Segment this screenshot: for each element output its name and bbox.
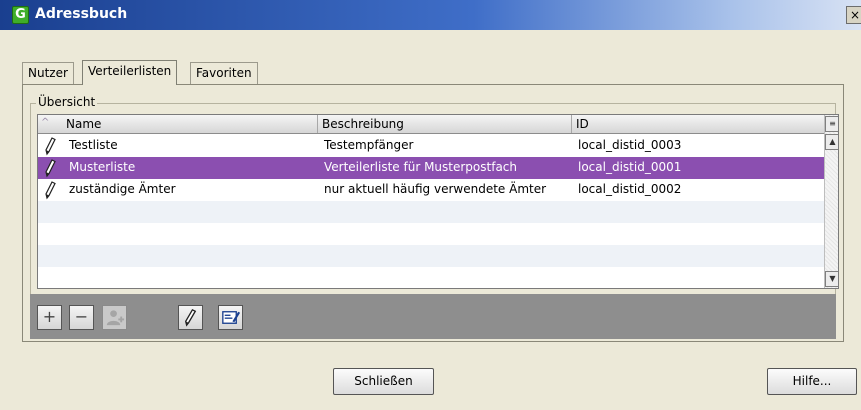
column-header-id[interactable]: ID: [572, 115, 824, 133]
pencil-icon: [184, 308, 197, 327]
list-toolbar: + −: [30, 294, 836, 339]
app-logo-icon: G: [12, 6, 29, 24]
window-title: Adressbuch: [35, 6, 128, 22]
vertical-scrollbar[interactable]: ≡ ▲ ▼: [824, 115, 838, 288]
row-name: Musterliste: [69, 160, 136, 174]
sort-ascending-icon: ^: [41, 117, 50, 128]
table-header: ^ Name Beschreibung ID: [38, 115, 824, 134]
table-row[interactable]: Testliste Testempfänger local_distid_000…: [38, 135, 824, 157]
column-header-name-label: Name: [66, 117, 102, 131]
edit-properties-button[interactable]: [218, 305, 243, 330]
column-header-description[interactable]: Beschreibung: [318, 115, 572, 133]
row-id: local_distid_0001: [578, 160, 682, 174]
row-name: Testliste: [69, 138, 118, 152]
scroll-up-button[interactable]: ▲: [825, 134, 838, 150]
edit-list-button[interactable]: [178, 305, 203, 330]
tab-favoriten[interactable]: Favoriten: [190, 62, 258, 84]
table-row[interactable]: zuständige Ämter nur aktuell häufig verw…: [38, 179, 824, 201]
remove-list-button[interactable]: −: [69, 305, 94, 330]
close-button[interactable]: Schließen: [333, 368, 434, 395]
column-chooser-icon[interactable]: ≡: [825, 116, 838, 132]
add-member-button[interactable]: [102, 305, 127, 330]
scroll-down-button[interactable]: ▼: [825, 271, 838, 287]
tab-nutzer[interactable]: Nutzer: [22, 62, 74, 84]
distribution-list-table: ^ Name Beschreibung ID Testliste Testemp…: [37, 114, 839, 289]
row-description: Verteilerliste für Musterpostfach: [324, 160, 517, 174]
empty-row: [38, 267, 824, 288]
empty-row: [38, 223, 824, 245]
row-id: local_distid_0003: [578, 138, 682, 152]
add-list-button[interactable]: +: [37, 305, 62, 330]
empty-row: [38, 245, 824, 267]
add-person-icon: [106, 310, 125, 326]
row-description: nur aktuell häufig verwendete Ämter: [324, 182, 547, 196]
title-bar: G Adressbuch ×: [0, 0, 861, 30]
pencil-icon: [45, 137, 56, 156]
row-name: zuständige Ämter: [69, 182, 176, 196]
column-header-name[interactable]: ^ Name: [38, 115, 318, 133]
row-id: local_distid_0002: [578, 182, 682, 196]
window-close-button[interactable]: ×: [846, 6, 861, 24]
table-row[interactable]: Musterliste Verteilerliste für Musterpos…: [38, 157, 824, 179]
help-button[interactable]: Hilfe...: [767, 368, 857, 395]
edit-document-icon: [222, 311, 241, 324]
tab-verteilerlisten[interactable]: Verteilerlisten: [82, 60, 178, 85]
row-description: Testempfänger: [324, 138, 414, 152]
pencil-icon: [45, 181, 56, 200]
overview-group-label: Übersicht: [36, 95, 98, 109]
empty-row: [38, 201, 824, 223]
pencil-icon: [45, 159, 56, 178]
